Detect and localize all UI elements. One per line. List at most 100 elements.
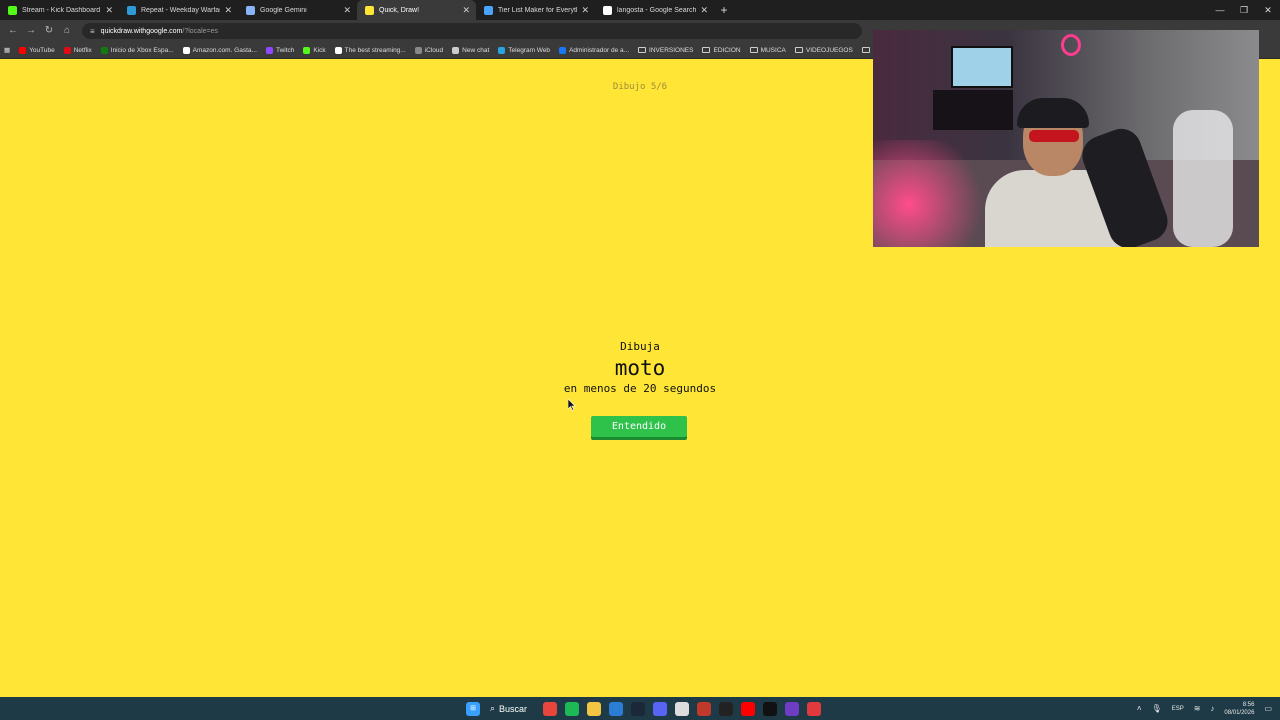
bookmark-favicon-icon <box>19 46 27 54</box>
back-icon[interactable]: ← <box>4 22 22 40</box>
bookmark-folder[interactable]: VIDEOJUEGOS <box>794 46 853 54</box>
language-indicator[interactable]: ESP <box>1172 706 1184 712</box>
volume-icon[interactable]: ♪ <box>1210 704 1214 713</box>
neon-sign <box>1061 34 1081 56</box>
bookmark-label: VIDEOJUEGOS <box>805 46 853 54</box>
bookmark-item[interactable]: Administrador de a... <box>559 46 629 54</box>
steam-icon[interactable] <box>631 701 646 716</box>
close-tab-icon[interactable]: ✕ <box>105 5 113 16</box>
close-window-icon[interactable]: ✕ <box>1256 0 1280 20</box>
bookmark-label: Telegram Web <box>508 46 551 54</box>
bookmark-label: YouTube <box>29 46 55 54</box>
browser-tab[interactable]: Repeat - Weekday Warfare - Ep ✕ <box>119 0 238 20</box>
bookmark-item[interactable]: Netflix <box>63 46 92 54</box>
search-label: Buscar <box>499 703 528 714</box>
windows-start-icon[interactable]: ⊞ <box>466 701 480 716</box>
bookmark-item[interactable]: Inicio de Xbox Espa... <box>100 46 174 54</box>
quickdraw-icon <box>365 5 374 15</box>
browser-tab-strip: Stream - Kick Dashboard ✕ Repeat - Weekday… <box>0 0 1280 20</box>
address-query: /?locale=es <box>182 27 218 35</box>
bookmark-item[interactable]: Kick <box>303 46 326 54</box>
chrome-icon[interactable] <box>543 701 558 716</box>
address-bar[interactable]: ≡ quickdraw.withgoogle.com /?locale=es <box>82 23 862 39</box>
folder-icon <box>638 47 647 53</box>
bookmark-label: iCloud <box>424 46 444 54</box>
tab-title: langosta - Google Search <box>617 6 697 14</box>
capcut-icon[interactable] <box>719 701 734 716</box>
minimize-icon[interactable]: — <box>1208 0 1232 20</box>
spotify-icon[interactable] <box>565 701 580 716</box>
entendido-button[interactable]: Entendido <box>591 416 687 437</box>
settings-icon[interactable] <box>697 701 712 716</box>
streamlabs-icon[interactable] <box>807 701 822 716</box>
browser-tab[interactable]: Stream - Kick Dashboard ✕ <box>0 0 119 20</box>
close-tab-icon[interactable]: ✕ <box>224 5 232 16</box>
webcam-overlay <box>873 30 1259 247</box>
windows-taskbar: ⊞ ⌕ Buscar ˄ 🎙 ESP ≋ ♪ 8:56 08/01/2026 ▭ <box>0 697 1280 720</box>
bookmark-label: New chat <box>462 46 490 54</box>
wifi-icon[interactable]: ≋ <box>1194 704 1201 713</box>
bookmark-favicon-icon <box>303 46 311 54</box>
close-tab-icon[interactable]: ✕ <box>700 5 708 16</box>
taskbar-search[interactable]: ⌕ Buscar <box>490 703 531 714</box>
gaming-chair <box>1173 110 1233 247</box>
clock[interactable]: 8:56 08/01/2026 <box>1224 701 1254 717</box>
close-tab-icon[interactable]: ✕ <box>581 5 589 16</box>
bookmark-favicon-icon <box>265 46 273 54</box>
apps-grid-icon[interactable]: ▦ <box>4 46 10 54</box>
tiermaker-icon <box>484 5 493 15</box>
forward-icon[interactable]: → <box>22 22 40 40</box>
browser-tab[interactable]: Tier List Maker for Everything ✕ <box>476 0 595 20</box>
bookmark-favicon-icon <box>498 46 506 54</box>
bookmark-label: Amazon.com. Gasta... <box>192 46 257 54</box>
bookmark-item[interactable]: The best streaming... <box>334 46 406 54</box>
kick-icon <box>8 5 17 15</box>
prompt-label: Dibuja <box>620 340 660 353</box>
bookmark-label: MUSICA <box>760 46 786 54</box>
file-explorer-icon[interactable] <box>587 701 602 716</box>
bookmark-label: Inicio de Xbox Espa... <box>110 46 174 54</box>
close-tab-icon[interactable]: ✕ <box>343 5 351 16</box>
bookmark-folder[interactable]: INVERSIONES <box>638 47 693 54</box>
bookmark-item[interactable]: Telegram Web <box>498 46 551 54</box>
address-host: quickdraw.withgoogle.com <box>100 27 183 35</box>
tab-title: Quick, Draw! <box>379 6 420 14</box>
restore-icon[interactable]: ❐ <box>1232 0 1256 20</box>
home-icon[interactable]: ⌂ <box>58 22 76 40</box>
youtube-icon[interactable] <box>741 701 756 716</box>
chevron-up-icon[interactable]: ˄ <box>1137 704 1142 713</box>
notes-icon[interactable] <box>675 701 690 716</box>
bookmark-folder[interactable]: EDICION <box>702 47 741 54</box>
bookmark-item[interactable]: Twitch <box>265 46 294 54</box>
folder-icon <box>861 47 870 53</box>
time-limit-text: en menos de 20 segundos <box>563 382 717 395</box>
bookmark-label: The best streaming... <box>344 46 406 54</box>
microphone-icon[interactable]: 🎙 <box>1152 704 1162 713</box>
close-tab-icon[interactable]: ✕ <box>462 5 470 16</box>
tiktok-icon[interactable] <box>763 701 778 716</box>
tab-title: Google Gemini <box>260 6 307 14</box>
reload-icon[interactable]: ↻ <box>40 22 58 40</box>
bookmark-item[interactable]: iCloud <box>414 46 444 54</box>
clock-date: 08/01/2026 <box>1224 709 1255 716</box>
window-controls: — ❐ ✕ <box>1208 0 1280 20</box>
google-icon <box>603 5 612 15</box>
bookmark-favicon-icon <box>559 46 567 54</box>
tab-title: Stream - Kick Dashboard <box>22 6 101 14</box>
new-tab-button[interactable]: + <box>714 0 734 20</box>
bookmark-folder[interactable]: MUSICA <box>749 46 786 54</box>
site-info-icon[interactable]: ≡ <box>90 27 95 36</box>
browser-tab[interactable]: Quick, Draw! ✕ <box>357 0 476 20</box>
browser-tab[interactable]: Google Gemini ✕ <box>238 0 357 20</box>
bookmark-item[interactable]: Amazon.com. Gasta... <box>182 46 257 54</box>
system-tray: ˄ 🎙 ESP ≋ ♪ 8:56 08/01/2026 ▭ <box>1127 697 1272 720</box>
mail-icon[interactable] <box>609 701 624 716</box>
notifications-icon[interactable]: ▭ <box>1264 704 1272 713</box>
discord-icon[interactable] <box>653 701 668 716</box>
bookmark-label: Kick <box>313 46 326 54</box>
bookmark-label: Netflix <box>73 46 92 54</box>
obs-icon[interactable] <box>785 701 800 716</box>
browser-tab[interactable]: langosta - Google Search ✕ <box>595 0 714 20</box>
bookmark-item[interactable]: New chat <box>452 46 490 54</box>
bookmark-item[interactable]: YouTube <box>19 46 55 54</box>
